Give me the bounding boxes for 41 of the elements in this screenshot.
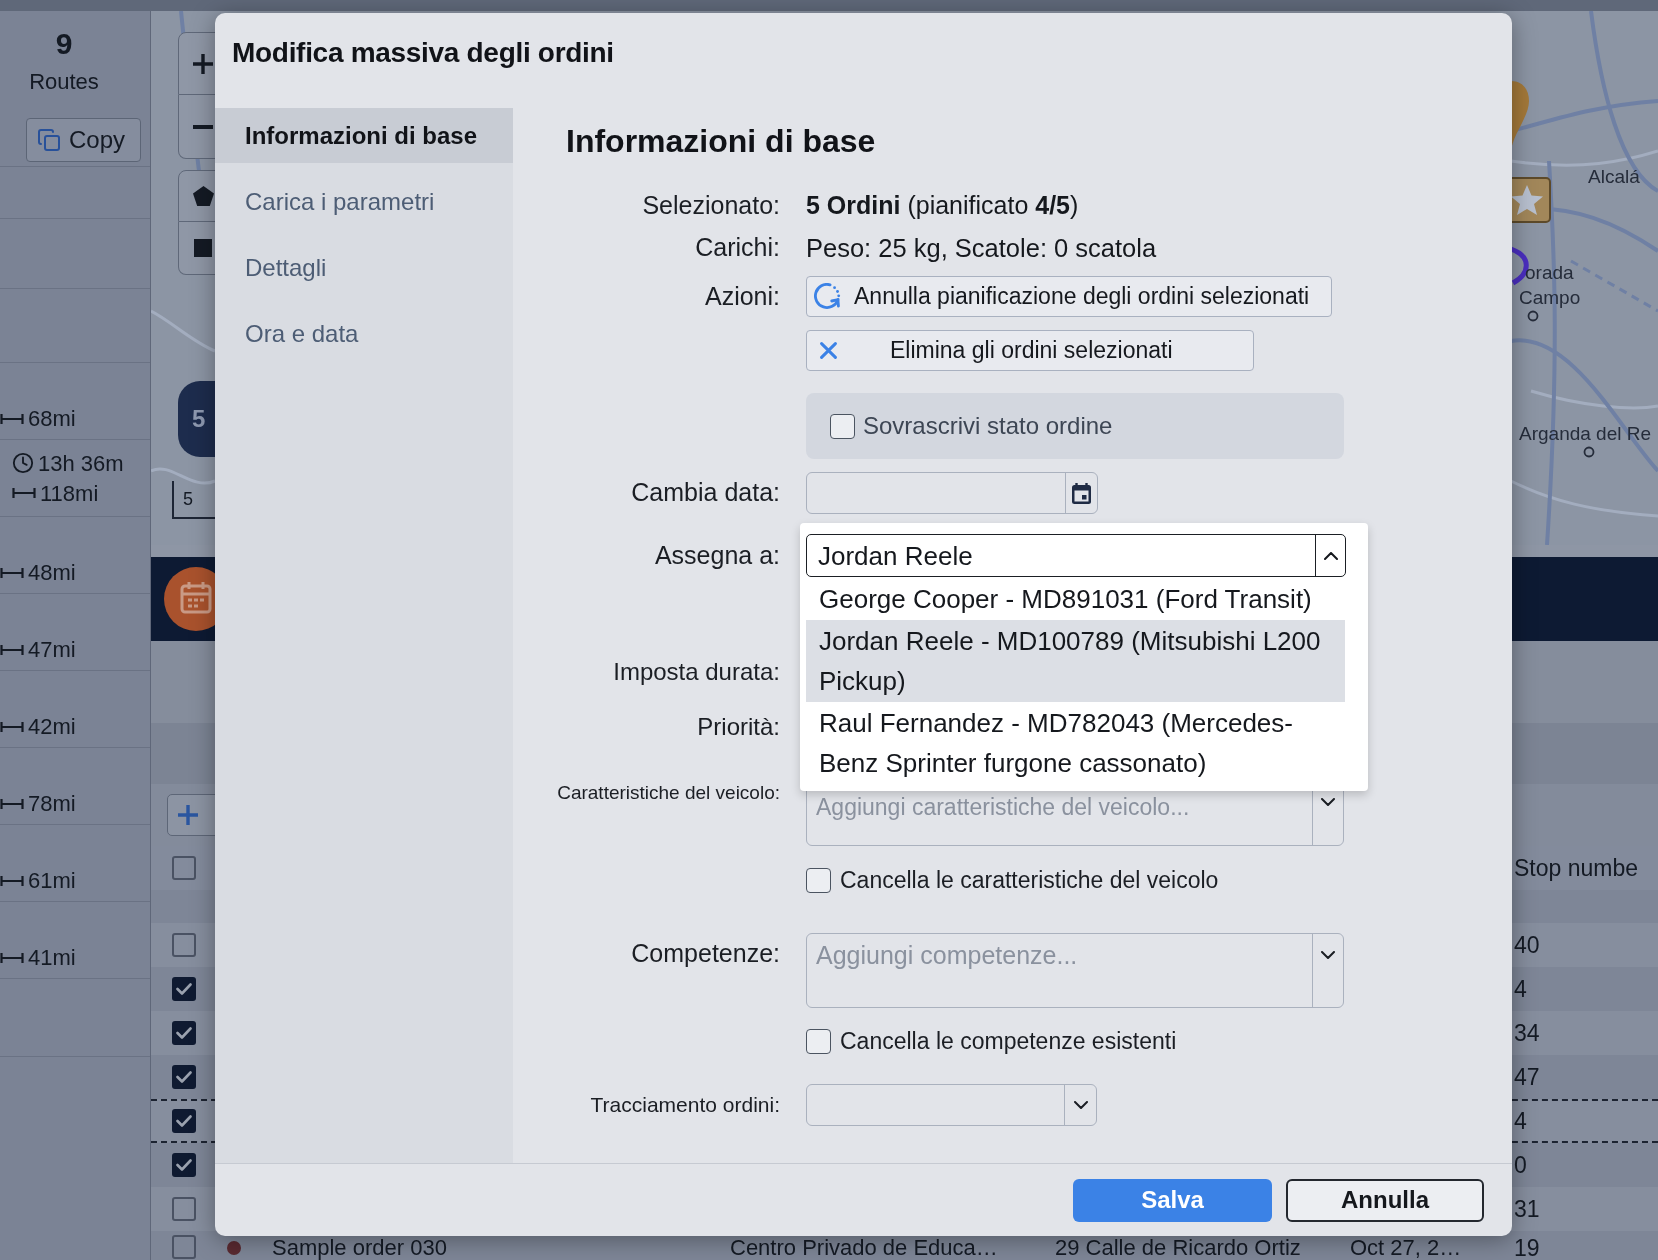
- route-distance: 47mi: [28, 639, 76, 661]
- route-distance: 61mi: [28, 870, 76, 892]
- field-label: Azioni:: [704, 280, 780, 312]
- route-count-label: Routes: [29, 68, 99, 96]
- table-cell: 19: [1514, 1235, 1540, 1260]
- map-place-label: Campo: [1519, 287, 1581, 309]
- section-title: Informazioni di base: [566, 122, 876, 160]
- table-cell: Centro Privado de Educa…: [730, 1235, 998, 1260]
- table-cell: 47: [1514, 1064, 1540, 1090]
- dialog-title: Modifica massiva degli ordini: [232, 36, 614, 70]
- field-label: Caratteristiche del veicolo:: [557, 781, 780, 805]
- map-place-label: orada: [1525, 262, 1574, 284]
- route-distance: 48mi: [28, 562, 76, 584]
- route-duration: 13h 36m: [38, 449, 124, 478]
- field-label: Priorità:: [697, 712, 780, 742]
- table-cell: 31: [1514, 1196, 1540, 1222]
- table-cell: 34: [1514, 1020, 1540, 1046]
- field-label: Assegna a:: [654, 539, 780, 571]
- map-place-label: Alcalá: [1588, 166, 1640, 188]
- table-cell: Sample order 030: [272, 1235, 447, 1260]
- field-label: Imposta durata:: [613, 657, 780, 687]
- map-place-label: Arganda del Re: [1519, 423, 1652, 445]
- table-cell: 0: [1514, 1152, 1527, 1178]
- table-cell: 40: [1514, 932, 1540, 958]
- route-count: 9: [55, 26, 73, 62]
- field-label: Carichi:: [695, 232, 780, 264]
- route-distance: 118mi: [40, 479, 99, 508]
- field-label: Cambia data:: [631, 477, 780, 509]
- table-cell: Oct 27, 2…: [1350, 1235, 1462, 1260]
- selection-summary: 5 Ordini (pianificato 4/5): [806, 190, 1079, 222]
- table-cell: 29 Calle de Ricardo Ortiz: [1055, 1235, 1301, 1260]
- route-distance: 41mi: [28, 947, 76, 969]
- loads-value: Peso: 25 kg, Scatole: 0 scatola: [806, 232, 1157, 264]
- route-distance: 42mi: [28, 716, 76, 738]
- field-label: Competenze:: [631, 938, 780, 968]
- route-distance: 68mi: [28, 408, 76, 430]
- route-distance: 78mi: [28, 793, 76, 815]
- field-label: Selezionato:: [642, 190, 780, 222]
- table-cell: 4: [1514, 976, 1527, 1002]
- field-label: Tracciamento ordini:: [590, 1092, 780, 1119]
- table-cell: 4: [1514, 1108, 1527, 1134]
